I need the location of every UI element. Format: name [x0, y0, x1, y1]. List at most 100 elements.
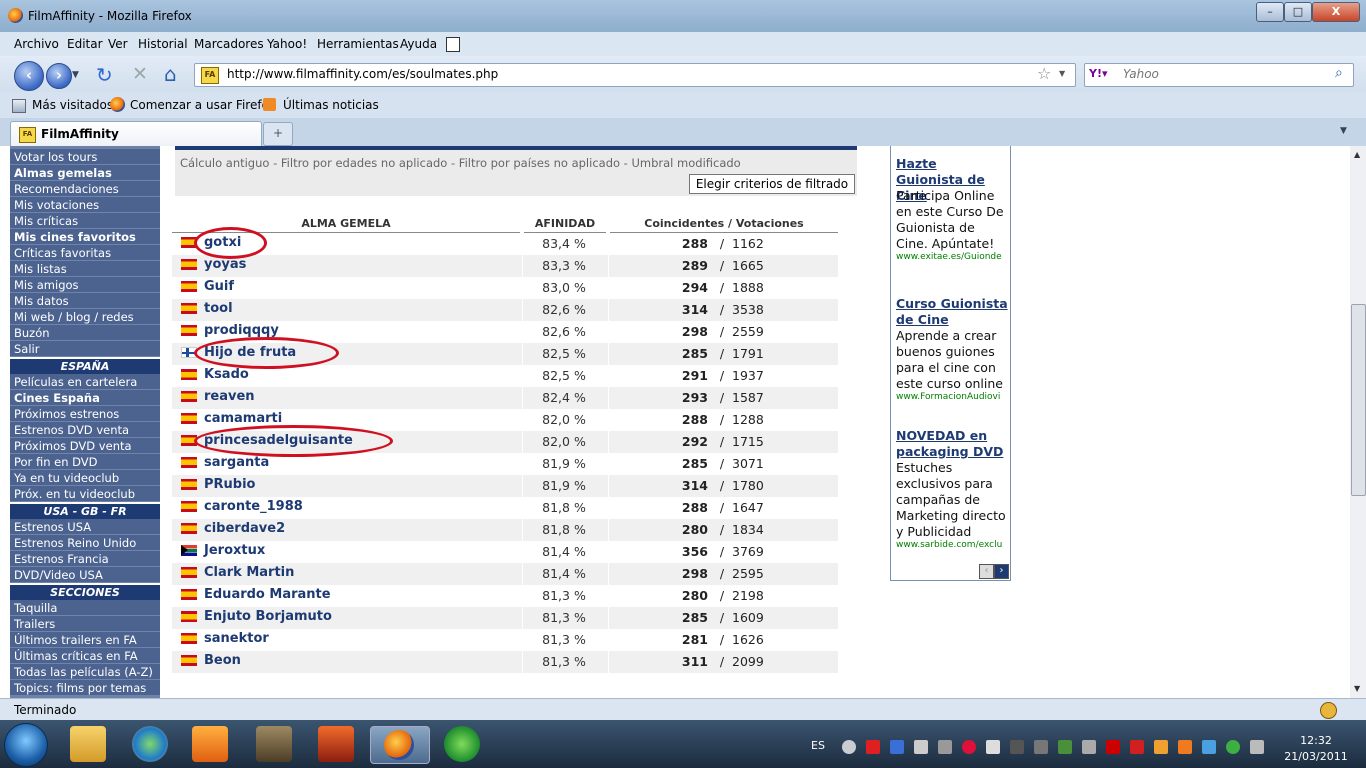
sidebar-item-4-3[interactable]: Últimas críticas en FA — [10, 648, 160, 664]
tray-icon-4[interactable] — [914, 740, 928, 754]
maximize-button[interactable]: □ — [1284, 2, 1312, 22]
soulmate-name[interactable]: sarganta — [204, 455, 269, 470]
system-clock[interactable]: 12:32 21/03/2011 — [1282, 733, 1350, 765]
tray-icon-14[interactable] — [1202, 740, 1216, 754]
ad-url-2[interactable]: www.FormacionAudiovi — [896, 392, 1008, 402]
stop-icon[interactable]: ✕ — [132, 63, 148, 85]
tray-icon-7[interactable] — [986, 740, 1000, 754]
ad-url-1[interactable]: www.exitae.es/Guionde — [896, 252, 1008, 262]
soulmate-name[interactable]: camamarti — [204, 411, 282, 426]
sidebar-toggle-icon[interactable] — [446, 37, 460, 52]
bookmark-getting-started[interactable]: Comenzar a usar Firefox — [130, 98, 276, 112]
url-input[interactable] — [225, 66, 1009, 82]
soulmate-name[interactable]: Jeroxtux — [204, 543, 265, 558]
sidebar-item-1-0[interactable]: Votar los tours — [10, 149, 160, 165]
soulmate-name[interactable]: Hijo de fruta — [204, 345, 296, 360]
explorer-icon[interactable] — [70, 726, 106, 762]
sidebar-item-4-0[interactable]: Taquilla — [10, 600, 160, 616]
sidebar-item-4-4[interactable]: Todas las películas (A-Z) — [10, 664, 160, 680]
tray-icon-6[interactable] — [962, 740, 976, 754]
menu-yahoo[interactable]: Yahoo! — [267, 37, 307, 51]
sidebar-item-1-12[interactable]: Salir — [10, 341, 160, 357]
yahoo-engine-icon[interactable]: Y!▾ — [1089, 67, 1108, 80]
address-bar[interactable]: FA ☆ ▼ — [194, 63, 1076, 87]
sidebar-item-1-10[interactable]: Mi web / blog / redes — [10, 309, 160, 325]
soulmate-name[interactable]: reaven — [204, 389, 255, 404]
ad-title-3[interactable]: NOVEDAD en packaging DVD — [896, 428, 1008, 460]
ad-title-2[interactable]: Curso Guionista de Cine — [896, 296, 1008, 328]
sidebar-item-2-7[interactable]: Próx. en tu videoclub — [10, 486, 160, 502]
soulmate-name[interactable]: sanektor — [204, 631, 269, 646]
language-indicator[interactable]: ES — [811, 739, 825, 752]
close-button[interactable]: X — [1312, 2, 1360, 22]
bookmark-star-icon[interactable]: ☆ — [1037, 64, 1051, 83]
menu-archivo[interactable]: Archivo — [14, 37, 59, 51]
soulmate-name[interactable]: Beon — [204, 653, 241, 668]
sidebar-item-2-4[interactable]: Próximos DVD venta — [10, 438, 160, 454]
sidebar-item-2-0[interactable]: Películas en cartelera — [10, 374, 160, 390]
reload-icon[interactable]: ↻ — [96, 63, 113, 87]
soulmate-name[interactable]: prodiqqqy — [204, 323, 279, 338]
tab-filmaffinity[interactable]: FA FilmAffinity — [10, 121, 262, 146]
page-scrollbar[interactable]: ▲ ▼ — [1350, 146, 1366, 698]
sidebar-item-3-0[interactable]: Estrenos USA — [10, 519, 160, 535]
ad-url-3[interactable]: www.sarbide.com/exclu — [896, 540, 1008, 550]
sidebar-item-2-2[interactable]: Próximos estrenos — [10, 406, 160, 422]
media-player-icon[interactable] — [132, 726, 168, 762]
start-button[interactable] — [4, 723, 48, 767]
tray-icon-3[interactable] — [890, 740, 904, 754]
url-dropdown-icon[interactable]: ▼ — [1059, 69, 1065, 78]
sidebar-item-3-2[interactable]: Estrenos Francia — [10, 551, 160, 567]
back-button[interactable]: ‹ — [14, 61, 44, 91]
sidebar-item-1-2[interactable]: Recomendaciones — [10, 181, 160, 197]
tray-icon-1[interactable] — [842, 740, 856, 754]
header-affinity[interactable]: AFINIDAD — [524, 214, 606, 233]
sidebar-item-1-1[interactable]: Almas gemelas — [10, 165, 160, 181]
soulmate-name[interactable]: Ksado — [204, 367, 249, 382]
soulmate-name[interactable]: tool — [204, 301, 233, 316]
soulmate-name[interactable]: gotxi — [204, 235, 241, 250]
sidebar-item-1-4[interactable]: Mis críticas — [10, 213, 160, 229]
tray-icon-10[interactable] — [1058, 740, 1072, 754]
search-bar[interactable]: Y!▾ ⌕ — [1084, 63, 1354, 87]
ad-prev-icon[interactable]: ‹ — [979, 564, 994, 579]
soulmate-name[interactable]: Guif — [204, 279, 234, 294]
sidebar-item-4-2[interactable]: Últimos trailers en FA — [10, 632, 160, 648]
soulmate-name[interactable]: Enjuto Borjamuto — [204, 609, 332, 624]
menu-marcadores[interactable]: Marcadores — [194, 37, 264, 51]
ad-next-icon[interactable]: › — [994, 564, 1009, 579]
soulmate-name[interactable]: PRubio — [204, 477, 256, 492]
menu-ver[interactable]: Ver — [108, 37, 128, 51]
soulmate-name[interactable]: caronte_1988 — [204, 499, 303, 514]
sidebar-item-1-6[interactable]: Críticas favoritas — [10, 245, 160, 261]
sidebar-item-2-1[interactable]: Cines España — [10, 390, 160, 406]
history-dropdown-icon[interactable]: ▼ — [72, 70, 79, 80]
tab-list-icon[interactable]: ▼ — [1340, 126, 1347, 136]
soulmate-name[interactable]: princesadelguisante — [204, 433, 353, 448]
game-icon[interactable] — [256, 726, 292, 762]
messenger-icon[interactable] — [444, 726, 480, 762]
scroll-thumb[interactable] — [1351, 304, 1366, 496]
sidebar-item-1-5[interactable]: Mis cines favoritos — [10, 229, 160, 245]
sidebar-item-1-9[interactable]: Mis datos — [10, 293, 160, 309]
new-tab-button[interactable]: + — [263, 122, 293, 146]
bookmark-most-visited[interactable]: Más visitados — [32, 98, 113, 112]
forward-button[interactable]: › — [46, 63, 72, 89]
network-icon[interactable] — [1082, 740, 1096, 754]
home-icon[interactable]: ⌂ — [164, 62, 177, 86]
search-input[interactable] — [1121, 66, 1325, 82]
soulmate-name[interactable]: ciberdave2 — [204, 521, 285, 536]
tray-icon-8[interactable] — [1010, 740, 1024, 754]
menu-editar[interactable]: Editar — [67, 37, 103, 51]
tray-icon-13[interactable] — [1178, 740, 1192, 754]
soulmate-name[interactable]: Eduardo Marante — [204, 587, 331, 602]
sidebar-item-2-6[interactable]: Ya en tu videoclub — [10, 470, 160, 486]
bookmark-latest-news[interactable]: Últimas noticias — [283, 98, 379, 112]
minimize-button[interactable]: – — [1256, 2, 1284, 22]
header-matches-votes[interactable]: Coincidentes / Votaciones — [610, 214, 838, 233]
tray-icon-11[interactable] — [1106, 740, 1120, 754]
sidebar-item-2-3[interactable]: Estrenos DVD venta — [10, 422, 160, 438]
tray-icon-9[interactable] — [1034, 740, 1048, 754]
tray-icon-15[interactable] — [1226, 740, 1240, 754]
volume-icon[interactable] — [1250, 740, 1264, 754]
